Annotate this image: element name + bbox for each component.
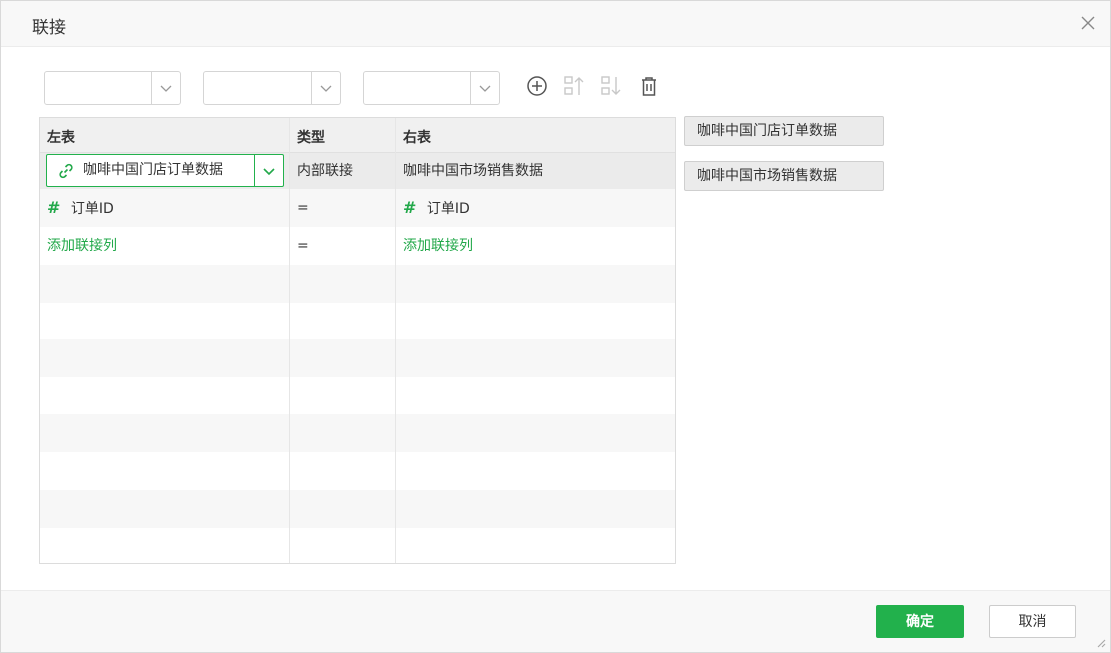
resize-handle-icon[interactable] [1094,636,1106,648]
add-circle-icon[interactable] [525,74,549,98]
col-header-type: 类型 [297,130,325,146]
empty-row [40,452,675,490]
empty-row [40,339,675,377]
left-field-cell[interactable]: # 订单ID [47,189,114,227]
number-field-icon: # [403,198,417,217]
number-field-icon: # [47,198,61,217]
left-table-name: 咖啡中国门店订单数据 [83,162,223,178]
right-table-select[interactable] [363,71,500,105]
right-field-cell[interactable]: # 订单ID [403,189,470,227]
dialog-title: 联接 [32,18,66,38]
trash-icon[interactable] [637,74,661,98]
link-icon [57,162,75,184]
grid-header: 左表 类型 右表 [40,118,675,153]
right-table-name[interactable]: 咖啡中国市场销售数据 [403,153,543,191]
empty-row [40,527,675,563]
chevron-down-icon[interactable] [151,72,180,104]
chevron-down-icon[interactable] [311,72,340,104]
column-divider [289,118,290,563]
left-table-select[interactable] [44,71,181,105]
empty-row [40,490,675,528]
move-up-icon[interactable] [562,74,586,98]
cancel-button[interactable]: 取消 [989,605,1076,638]
join-table-row[interactable]: 咖啡中国门店订单数据 内部联接 咖啡中国市场销售数据 [40,153,675,191]
join-grid: 左表 类型 右表 咖啡中国门店订单数据 内部联接 咖啡中国市场销售数据 # 订单… [39,117,676,564]
add-join-column-row: 添加联接列 = 添加联接列 [40,227,675,265]
empty-row [40,265,675,303]
close-icon[interactable] [1080,15,1096,31]
chevron-down-icon[interactable] [470,72,499,104]
column-divider [395,118,396,563]
empty-row [40,377,675,415]
col-header-right: 右表 [403,130,431,146]
ok-button[interactable]: 确定 [876,605,964,638]
add-right-join-column-link[interactable]: 添加联接列 [403,227,473,265]
move-down-icon[interactable] [599,74,623,98]
empty-row [40,414,675,452]
chevron-down-icon[interactable] [254,155,283,186]
source-table-tag-orders[interactable]: 咖啡中国门店订单数据 [684,116,884,146]
left-table-dropdown[interactable]: 咖啡中国门店订单数据 [46,154,284,187]
join-type-select[interactable] [203,71,341,105]
right-field-name: 订单ID [426,201,470,217]
join-field-row[interactable]: # 订单ID = # 订单ID [40,189,675,227]
left-field-name: 订单ID [70,201,114,217]
join-operator[interactable]: = [297,189,309,227]
join-dialog: 联接 左表 类型 右表 咖啡中国门店订单数据 内部联接 咖啡中国市场销售数据 #… [0,0,1111,653]
add-row-operator: = [297,238,309,254]
col-header-left: 左表 [47,130,75,146]
empty-row [40,303,675,341]
add-left-join-column-link[interactable]: 添加联接列 [47,227,117,265]
source-table-tag-sales[interactable]: 咖啡中国市场销售数据 [684,161,884,191]
dialog-header: 联接 [1,1,1110,47]
join-type[interactable]: 内部联接 [297,153,353,191]
